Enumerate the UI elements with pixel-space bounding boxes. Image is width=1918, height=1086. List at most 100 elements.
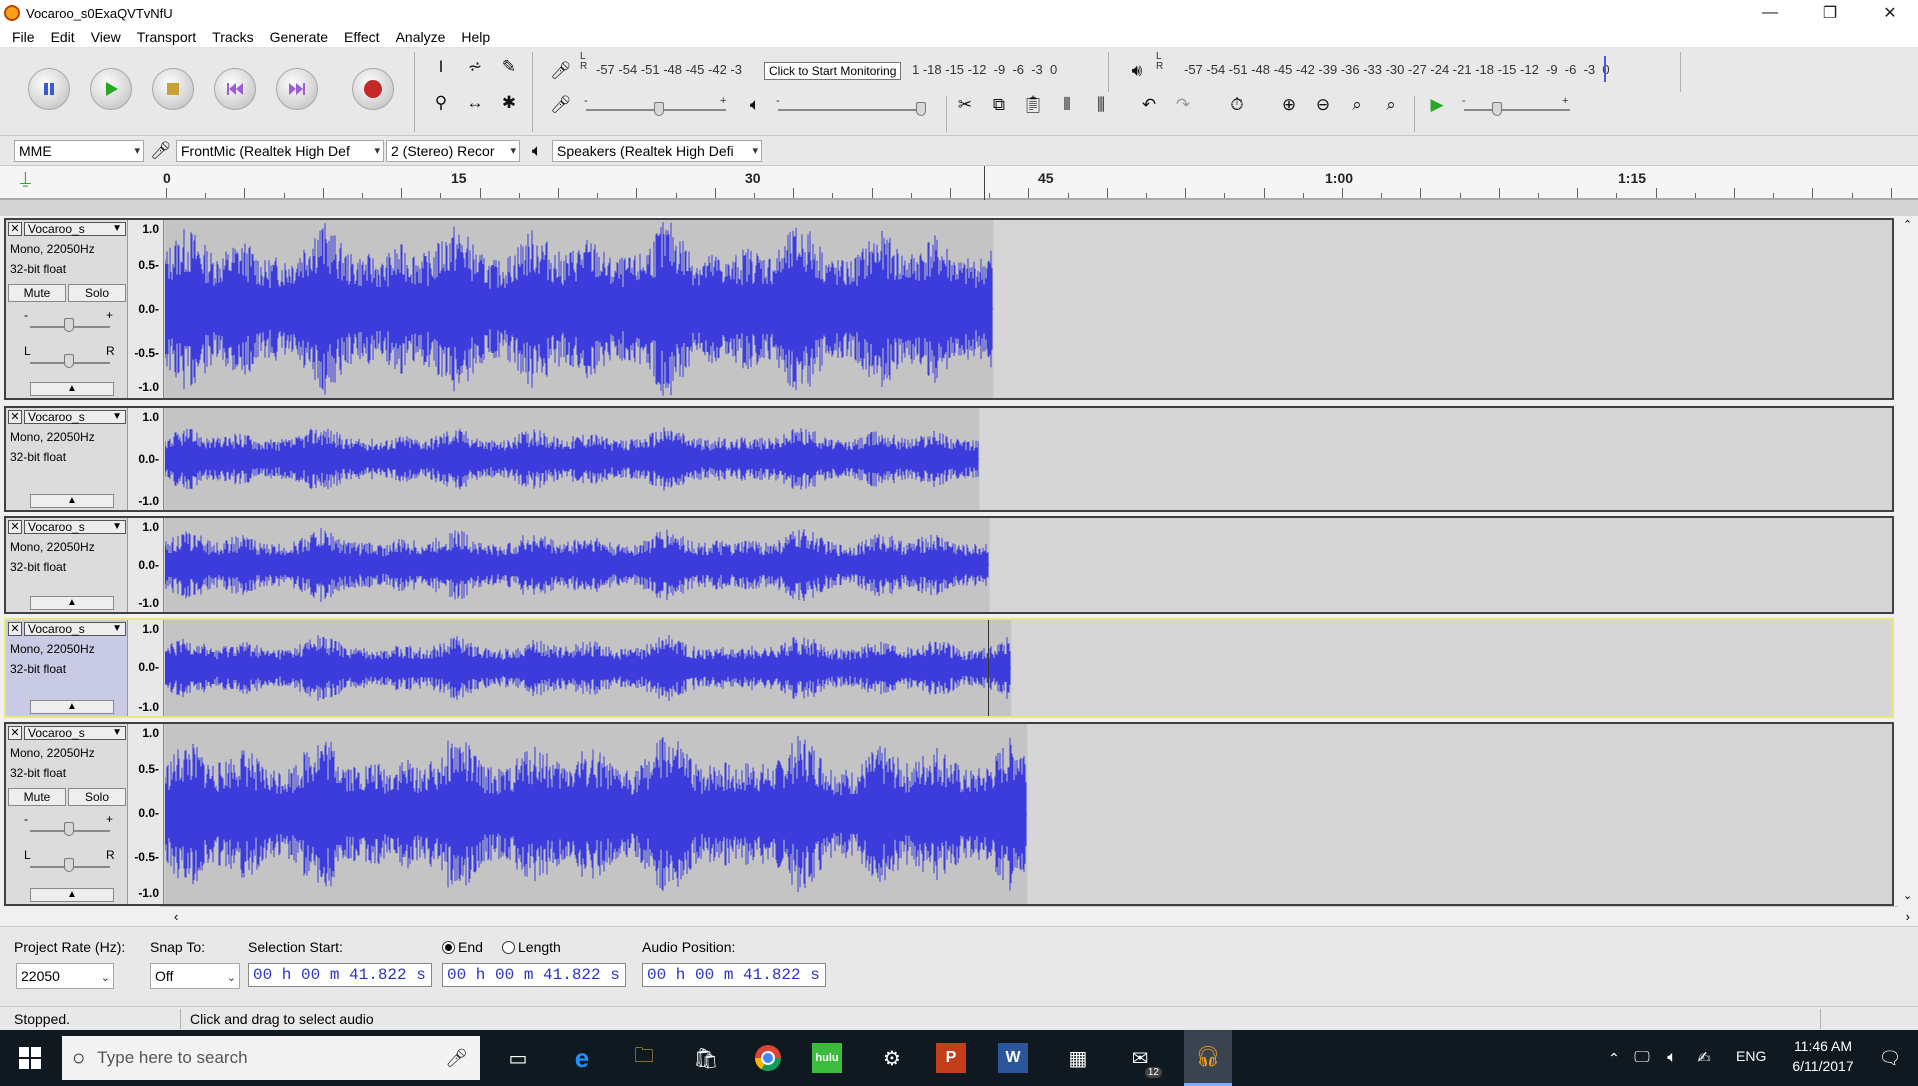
menu-file[interactable]: File xyxy=(4,29,43,45)
mute-button[interactable]: Mute xyxy=(8,284,66,302)
close-track-icon[interactable]: ✕ xyxy=(8,622,22,636)
menu-transport[interactable]: Transport xyxy=(129,29,204,45)
selection-end-time[interactable]: 00 h 00 m 41.822 s xyxy=(442,963,626,987)
empty-track-area[interactable] xyxy=(1012,620,1892,716)
fit-selection-button[interactable]: ⌕ xyxy=(1344,92,1370,118)
photos-app-button[interactable]: ▦ xyxy=(1060,1040,1096,1076)
playback-meter-button[interactable]: 🔊︎ xyxy=(1124,58,1150,84)
track-control-panel[interactable]: ✕ Vocaroo_s ▼ Mono, 22050Hz 32-bit float … xyxy=(6,220,128,398)
play-button[interactable] xyxy=(90,68,132,110)
selection-start-time[interactable]: 00 h 00 m 41.822 s xyxy=(248,963,432,987)
microphone-icon[interactable]: 🎤︎ xyxy=(445,1048,468,1069)
store-button[interactable]: 🛍︎ xyxy=(688,1040,724,1076)
play-speed-slider[interactable] xyxy=(1464,109,1570,111)
envelope-tool[interactable]: ⩫ xyxy=(462,54,488,80)
menu-edit[interactable]: Edit xyxy=(43,29,83,45)
solo-button[interactable]: Solo xyxy=(68,284,126,302)
chrome-button[interactable] xyxy=(750,1040,786,1076)
close-track-icon[interactable]: ✕ xyxy=(8,222,22,236)
record-volume-thumb[interactable] xyxy=(654,102,664,116)
steam-button[interactable]: ⚙ xyxy=(874,1040,910,1076)
audio-position-time[interactable]: 00 h 00 m 41.822 s xyxy=(642,963,826,987)
stop-button[interactable] xyxy=(152,68,194,110)
audio-host-select[interactable]: MME ▾ xyxy=(14,140,144,162)
waveform-clip[interactable] xyxy=(165,620,1011,716)
waveform-clip[interactable] xyxy=(165,518,989,612)
end-radio[interactable]: End xyxy=(442,939,483,955)
scroll-down-icon[interactable]: ⌄ xyxy=(1903,889,1912,902)
file-explorer-button[interactable]: 🗀 xyxy=(626,1040,662,1076)
waveform-clip[interactable] xyxy=(165,220,993,398)
collapse-track-button[interactable]: ▲ xyxy=(30,494,114,508)
mail-button[interactable]: ✉ 12 xyxy=(1122,1040,1162,1078)
audio-track[interactable]: ✕ Vocaroo_s ▼ Mono, 22050Hz 32-bit float … xyxy=(4,516,1894,614)
hulu-button[interactable]: hulu xyxy=(812,1043,842,1073)
pan-thumb[interactable] xyxy=(64,858,74,872)
zoom-out-button[interactable]: ⊖ xyxy=(1310,92,1336,118)
cut-button[interactable]: ✂ xyxy=(952,92,978,118)
powerpoint-button[interactable]: P xyxy=(936,1043,966,1073)
menu-help[interactable]: Help xyxy=(453,29,498,45)
zoom-in-button[interactable]: ⊕ xyxy=(1276,92,1302,118)
undo-button[interactable]: ↶ xyxy=(1136,92,1162,118)
action-center-button[interactable]: 🗨︎ xyxy=(1872,1040,1908,1076)
redo-button[interactable]: ↷ xyxy=(1170,92,1196,118)
empty-track-area[interactable] xyxy=(1028,724,1892,904)
playback-volume-slider[interactable] xyxy=(778,109,926,111)
pan-thumb[interactable] xyxy=(64,354,74,368)
pen-button[interactable]: ✍︎ xyxy=(1686,1040,1722,1076)
track-name-menu[interactable]: Vocaroo_s ▼ xyxy=(24,410,126,424)
close-track-icon[interactable]: ✕ xyxy=(8,726,22,740)
collapse-track-button[interactable]: ▲ xyxy=(30,596,114,610)
menu-tracks[interactable]: Tracks xyxy=(204,29,261,45)
track-control-panel[interactable]: ✕ Vocaroo_s ▼ Mono, 22050Hz 32-bit float … xyxy=(6,724,128,904)
menu-analyze[interactable]: Analyze xyxy=(388,29,454,45)
record-meter-scale-right[interactable]: 1 -18 -15 -12 -9 -6 -3 0 xyxy=(912,58,1057,80)
track-name-menu[interactable]: Vocaroo_s ▼ xyxy=(24,726,126,740)
track-name-menu[interactable]: Vocaroo_s ▼ xyxy=(24,222,126,236)
close-window-button[interactable]: ✕ xyxy=(1862,0,1918,26)
audio-track[interactable]: ✕ Vocaroo_s ▼ Mono, 22050Hz 32-bit float … xyxy=(4,722,1894,906)
copy-button[interactable]: ⧉ xyxy=(986,92,1012,118)
output-device-select[interactable]: Speakers (Realtek High Defi ▾ xyxy=(552,140,762,162)
gain-thumb[interactable] xyxy=(64,822,74,836)
length-radio[interactable]: Length xyxy=(502,939,561,955)
audacity-taskbar-button[interactable]: 🎧︎ xyxy=(1184,1030,1232,1086)
menu-generate[interactable]: Generate xyxy=(262,29,336,45)
record-button[interactable] xyxy=(352,68,394,110)
scroll-left-icon[interactable]: ‹ xyxy=(174,909,178,924)
time-shift-tool[interactable]: ↔ xyxy=(462,90,488,116)
input-device-select[interactable]: FrontMic (Realtek High Def ▾ xyxy=(176,140,384,162)
scroll-up-icon[interactable]: ⌃ xyxy=(1903,218,1912,231)
mute-button[interactable]: Mute xyxy=(8,788,66,806)
track-control-panel[interactable]: ✕ Vocaroo_s ▼ Mono, 22050Hz 32-bit float … xyxy=(6,408,128,510)
waveform-clip[interactable] xyxy=(165,408,979,510)
volume-button[interactable]: 🔈︎ xyxy=(1654,1040,1690,1076)
playback-volume-thumb[interactable] xyxy=(916,102,926,116)
snap-to-select[interactable]: Off ⌄ xyxy=(150,963,240,989)
silence-button[interactable]: ⫼ xyxy=(1088,92,1114,118)
gain-thumb[interactable] xyxy=(64,318,74,332)
menu-view[interactable]: View xyxy=(83,29,129,45)
track-name-menu[interactable]: Vocaroo_s ▼ xyxy=(24,520,126,534)
pin-playhead-icon[interactable]: ⍊ xyxy=(20,168,31,189)
play-at-speed-button[interactable]: ▶︎ xyxy=(1424,92,1450,118)
skip-to-start-button[interactable] xyxy=(214,68,256,110)
skip-to-end-button[interactable] xyxy=(276,68,318,110)
vertical-scrollbar[interactable]: ⌃ ⌄ xyxy=(1898,216,1918,904)
collapse-track-button[interactable]: ▲ xyxy=(30,700,114,714)
empty-track-area[interactable] xyxy=(994,220,1892,398)
record-meter-button[interactable]: 🎤︎ xyxy=(548,58,574,84)
project-rate-select[interactable]: 22050 ⌄ xyxy=(16,963,114,989)
paste-button[interactable]: 📋︎ xyxy=(1020,92,1046,118)
taskbar-search-box[interactable]: ○ Type here to search 🎤︎ xyxy=(62,1036,480,1080)
start-button[interactable] xyxy=(12,1040,48,1076)
play-speed-thumb[interactable] xyxy=(1492,102,1502,116)
solo-button[interactable]: Solo xyxy=(68,788,126,806)
multi-tool[interactable]: ✱ xyxy=(496,90,522,116)
empty-track-area[interactable] xyxy=(980,408,1892,510)
close-track-icon[interactable]: ✕ xyxy=(8,520,22,534)
edge-browser-button[interactable]: e xyxy=(564,1040,600,1076)
empty-track-area[interactable] xyxy=(990,518,1892,612)
record-meter-scale[interactable]: -57 -54 -51 -48 -45 -42 -3 xyxy=(596,58,742,80)
